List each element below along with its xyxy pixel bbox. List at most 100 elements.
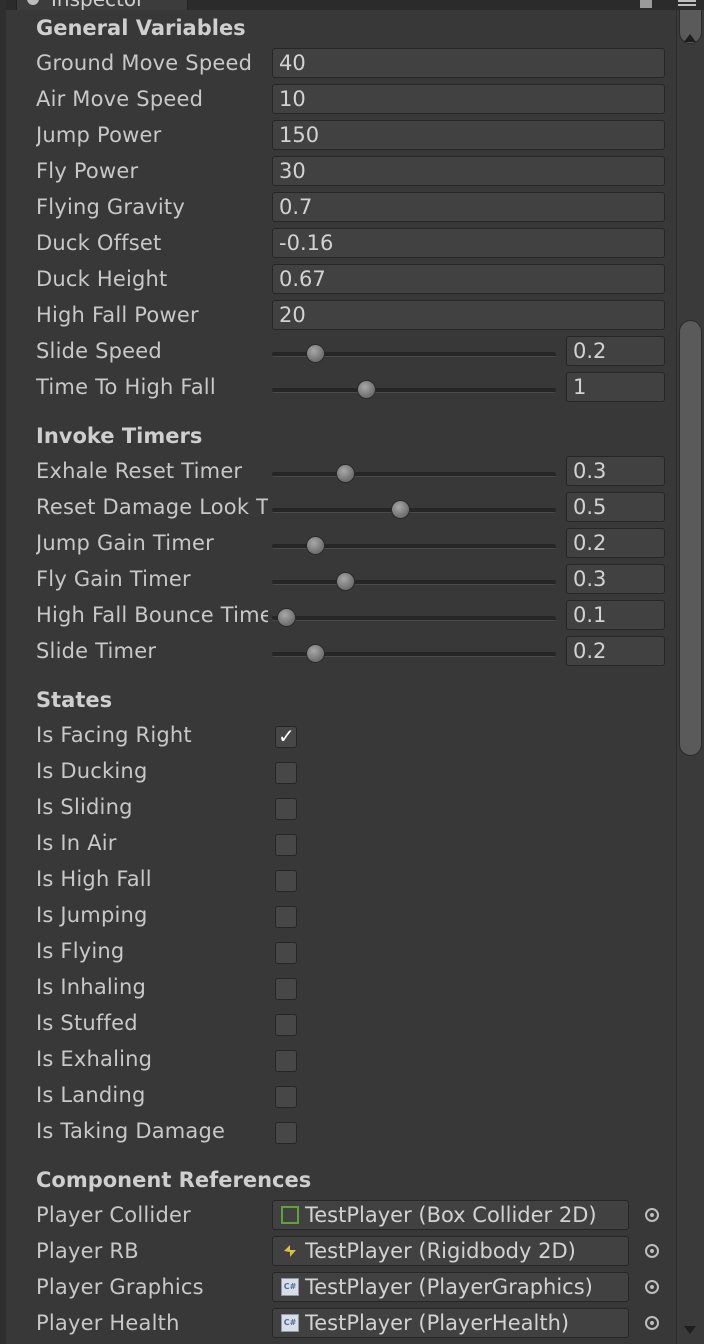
reset-damage-look-timer-input[interactable]: 0.5 — [566, 492, 665, 522]
window-top-bar: Inspector — [0, 0, 704, 10]
exhale-reset-timer-input[interactable]: 0.3 — [566, 456, 665, 486]
reset-damage-look-timer-slider[interactable] — [272, 508, 556, 513]
is-sliding-checkbox[interactable] — [275, 798, 297, 820]
state-label: Is Jumping — [36, 903, 148, 927]
is-taking-damage-checkbox[interactable] — [275, 1122, 297, 1144]
slide-timer-input[interactable]: 0.2 — [566, 636, 665, 666]
jump-power-input[interactable]: 150 — [272, 120, 665, 150]
slider-thumb[interactable] — [356, 380, 376, 399]
object-picker-icon[interactable] — [645, 1244, 659, 1258]
jump-gain-timer-input[interactable]: 0.2 — [566, 528, 665, 558]
field-label: Duck Offset — [36, 231, 162, 255]
is-stuffed-checkbox[interactable] — [275, 1014, 297, 1036]
slider-thumb[interactable] — [306, 344, 326, 363]
checkmark-icon: ✓ — [278, 724, 295, 748]
state-label: Is Sliding — [36, 795, 133, 819]
section-header-components: Component References — [36, 1168, 312, 1192]
player-rb-value: TestPlayer (Rigidbody 2D) — [305, 1239, 576, 1263]
slider-thumb[interactable] — [277, 608, 297, 627]
is-facing-right-checkbox[interactable]: ✓ — [275, 724, 297, 748]
is-inhaling-checkbox[interactable] — [275, 978, 297, 1000]
slider-thumb[interactable] — [335, 572, 355, 591]
player-collider-value: TestPlayer (Box Collider 2D) — [305, 1203, 597, 1227]
state-label: Is Exhaling — [36, 1047, 153, 1071]
fly-power-input[interactable]: 30 — [272, 156, 665, 186]
player-graphics-value: TestPlayer (PlayerGraphics) — [305, 1275, 593, 1299]
state-label: Is In Air — [36, 831, 117, 855]
reference-label: Player Collider — [36, 1203, 191, 1227]
inspector-icon — [27, 0, 39, 5]
is-jumping-checkbox[interactable] — [275, 906, 297, 928]
field-label: High Fall Power — [36, 303, 199, 327]
air-move-speed-input[interactable]: 10 — [272, 84, 665, 114]
slider-label: Exhale Reset Timer — [36, 459, 243, 483]
high-fall-power-input[interactable]: 20 — [272, 300, 665, 330]
duck-offset-input[interactable]: -0.16 — [272, 228, 665, 258]
object-picker-icon[interactable] — [645, 1280, 659, 1294]
state-label: Is High Fall — [36, 867, 152, 891]
field-label: Fly Power — [36, 159, 139, 183]
menu-icon[interactable] — [678, 0, 696, 9]
slider-thumb[interactable] — [306, 536, 326, 555]
fly-gain-timer-slider[interactable] — [272, 580, 556, 585]
slider-label: Reset Damage Look T — [36, 495, 268, 519]
field-label: Flying Gravity — [36, 195, 185, 219]
is-flying-checkbox[interactable] — [275, 942, 297, 964]
slider-label: Fly Gain Timer — [36, 567, 191, 591]
is-high-fall-checkbox[interactable] — [275, 870, 297, 892]
flying-gravity-input[interactable]: 0.7 — [272, 192, 665, 222]
field-label: Air Move Speed — [36, 87, 204, 111]
reference-label: Player RB — [36, 1239, 139, 1263]
ground-move-speed-input[interactable]: 40 — [272, 48, 665, 78]
section-header-states: States — [36, 688, 113, 712]
slider-label: Slide Speed — [36, 339, 162, 363]
slider-label: Slide Timer — [36, 639, 157, 663]
slider-thumb[interactable] — [391, 500, 411, 519]
state-label: Is Stuffed — [36, 1011, 138, 1035]
object-picker-icon[interactable] — [645, 1208, 659, 1222]
vertical-scrollbar[interactable] — [676, 10, 704, 1344]
is-landing-checkbox[interactable] — [275, 1086, 297, 1108]
state-label: Is Inhaling — [36, 975, 146, 999]
is-ducking-checkbox[interactable] — [275, 762, 297, 784]
time-to-high-fall-input[interactable]: 1 — [566, 372, 665, 402]
time-to-high-fall-slider[interactable] — [272, 388, 556, 393]
player-graphics-field[interactable]: C# TestPlayer (PlayerGraphics) — [272, 1272, 629, 1302]
script-icon: C# — [281, 1314, 299, 1332]
is-in-air-checkbox[interactable] — [275, 834, 297, 856]
tab-inspector[interactable]: Inspector — [16, 0, 188, 10]
scrollbar-thumb[interactable] — [679, 320, 702, 756]
slider-thumb[interactable] — [335, 464, 355, 483]
scroll-down-arrow-icon[interactable] — [684, 1326, 696, 1334]
slider-label: Jump Gain Timer — [36, 531, 214, 555]
fly-gain-timer-input[interactable]: 0.3 — [566, 564, 665, 594]
field-label: Duck Height — [36, 267, 168, 291]
player-health-value: TestPlayer (PlayerHealth) — [305, 1311, 570, 1335]
tab-inspector-label: Inspector — [51, 0, 144, 10]
high-fall-bounce-timer-slider[interactable] — [272, 616, 556, 621]
slider-label: High Fall Bounce Time — [36, 603, 268, 627]
exhale-reset-timer-slider[interactable] — [272, 472, 556, 477]
inspector-content: General Variables Ground Move Speed 40 A… — [0, 10, 676, 1344]
state-label: Is Facing Right — [36, 723, 192, 747]
player-collider-field[interactable]: TestPlayer (Box Collider 2D) — [272, 1200, 629, 1230]
object-picker-icon[interactable] — [645, 1316, 659, 1330]
state-label: Is Flying — [36, 939, 125, 963]
state-label: Is Ducking — [36, 759, 148, 783]
lock-icon[interactable] — [640, 0, 652, 8]
high-fall-bounce-timer-input[interactable]: 0.1 — [566, 600, 665, 630]
slide-speed-input[interactable]: 0.2 — [566, 336, 665, 366]
player-health-field[interactable]: C# TestPlayer (PlayerHealth) — [272, 1308, 629, 1338]
field-label: Jump Power — [36, 123, 162, 147]
duck-height-input[interactable]: 0.67 — [272, 264, 665, 294]
box-collider-icon — [281, 1206, 299, 1224]
slider-label: Time To High Fall — [36, 375, 216, 399]
slider-thumb[interactable] — [306, 644, 326, 663]
section-header-timers: Invoke Timers — [36, 424, 203, 448]
scroll-up-arrow-icon[interactable] — [684, 34, 696, 42]
section-header-general: General Variables — [36, 16, 246, 40]
script-icon: C# — [281, 1278, 299, 1296]
player-rb-field[interactable]: TestPlayer (Rigidbody 2D) — [272, 1236, 629, 1266]
is-exhaling-checkbox[interactable] — [275, 1050, 297, 1072]
state-label: Is Landing — [36, 1083, 146, 1107]
